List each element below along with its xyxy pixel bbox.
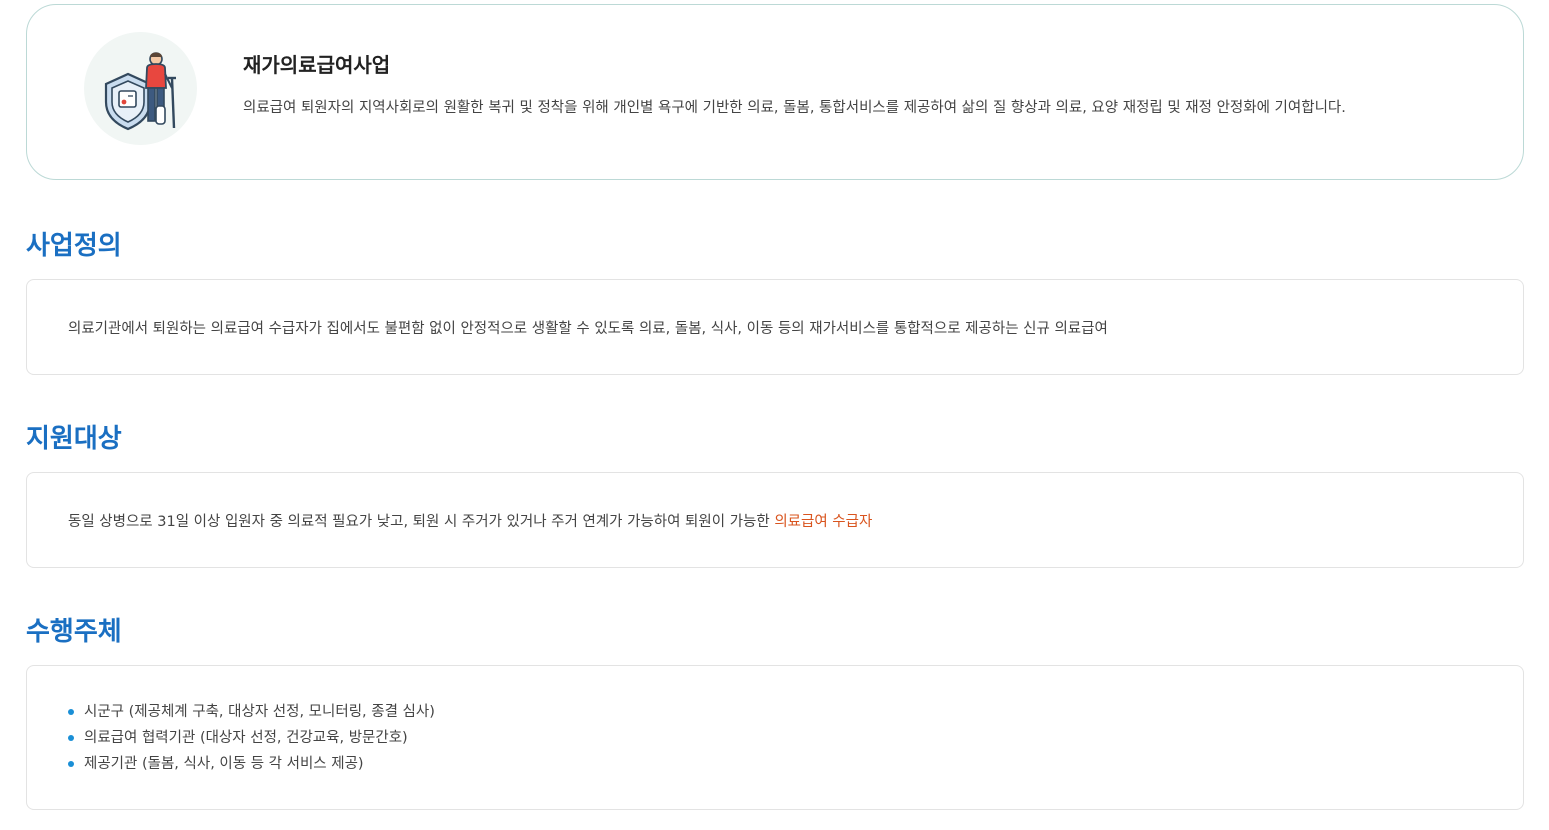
section-title-definition: 사업정의 — [26, 231, 122, 261]
list-item-text: 의료급여 협력기관 (대상자 선정, 건강교육, 방문간호) — [84, 730, 408, 746]
section-box-operator: 시군구 (제공체계 구축, 대상자 선정, 모니터링, 종결 심사) 의료급여 … — [26, 665, 1524, 810]
bullet-dot-icon — [68, 709, 74, 715]
list-item: 제공기관 (돌봄, 식사, 이동 등 각 서비스 제공) — [68, 751, 435, 777]
intro-card: 재가의료급여사업 의료급여 퇴원자의 지역사회로의 원활한 복귀 및 정착을 위… — [26, 4, 1524, 180]
list-item-text: 제공기관 (돌봄, 식사, 이동 등 각 서비스 제공) — [84, 756, 364, 772]
page: 재가의료급여사업 의료급여 퇴원자의 지역사회로의 원활한 복귀 및 정착을 위… — [0, 0, 1549, 830]
intro-icon-circle — [84, 32, 197, 145]
section-title-operator: 수행주체 — [26, 617, 122, 647]
intro-description: 의료급여 퇴원자의 지역사회로의 원활한 복귀 및 정착을 위해 개인별 욕구에… — [243, 100, 1346, 116]
definition-text: 의료기관에서 퇴원하는 의료급여 수급자가 집에서도 불편함 없이 안정적으로 … — [68, 321, 1108, 337]
section-box-target: 동일 상병으로 31일 이상 입원자 중 의료적 필요가 낮고, 퇴원 시 주거… — [26, 472, 1524, 568]
list-item: 시군구 (제공체계 구축, 대상자 선정, 모니터링, 종결 심사) — [68, 699, 435, 725]
intro-title: 재가의료급여사업 — [243, 53, 391, 77]
section-box-definition: 의료기관에서 퇴원하는 의료급여 수급자가 집에서도 불편함 없이 안정적으로 … — [26, 279, 1524, 375]
target-text: 동일 상병으로 31일 이상 입원자 중 의료적 필요가 낮고, 퇴원 시 주거… — [68, 510, 872, 531]
target-text-main: 동일 상병으로 31일 이상 입원자 중 의료적 필요가 낮고, 퇴원 시 주거… — [68, 514, 775, 530]
patient-with-crutch-shield-icon — [104, 52, 176, 131]
bullet-dot-icon — [68, 735, 74, 741]
list-item-text: 시군구 (제공체계 구축, 대상자 선정, 모니터링, 종결 심사) — [84, 704, 435, 720]
target-highlight: 의료급여 수급자 — [774, 514, 873, 530]
list-item: 의료급여 협력기관 (대상자 선정, 건강교육, 방문간호) — [68, 725, 435, 751]
section-title-target: 지원대상 — [26, 424, 122, 454]
bullet-dot-icon — [68, 761, 74, 767]
operator-list: 시군구 (제공체계 구축, 대상자 선정, 모니터링, 종결 심사) 의료급여 … — [68, 699, 435, 777]
